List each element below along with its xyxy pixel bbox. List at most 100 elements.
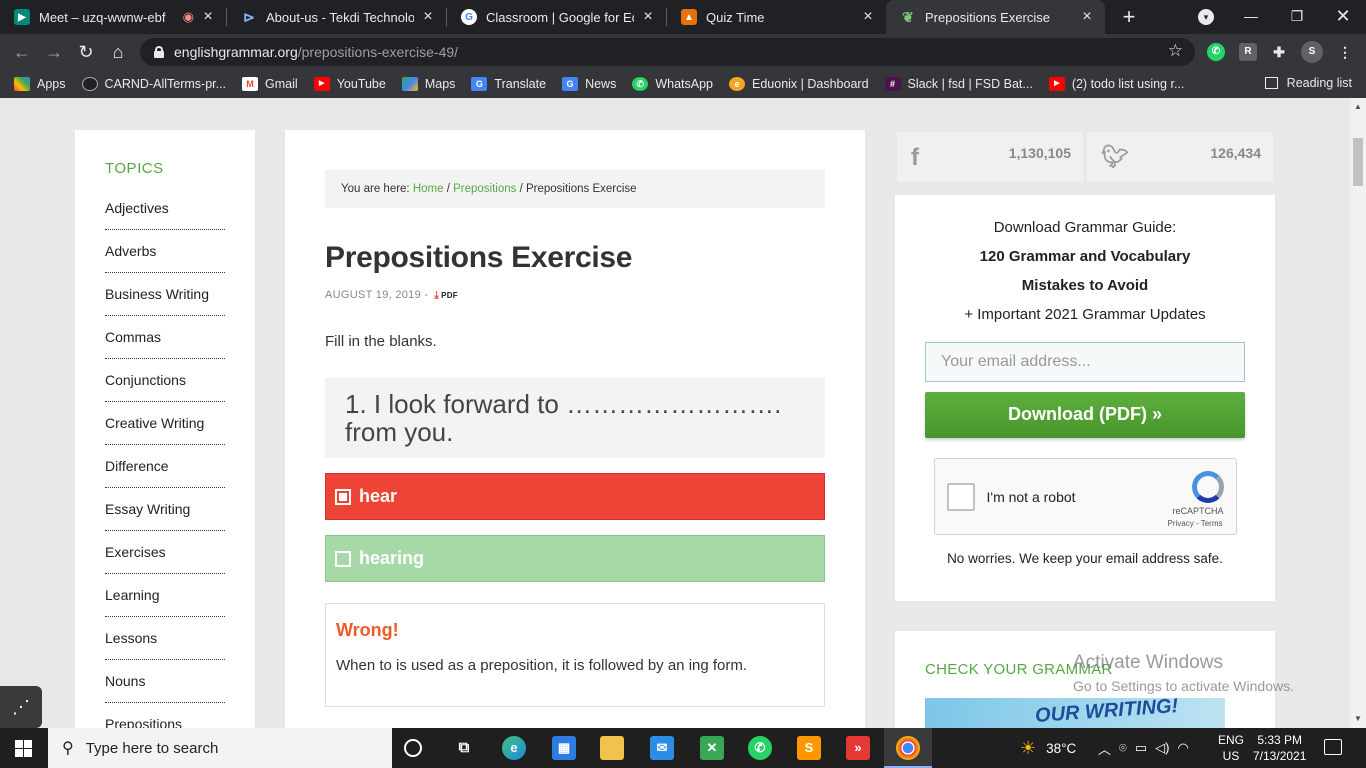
topic-link[interactable]: Business Writing (105, 273, 225, 316)
app-icon[interactable]: ✕ (700, 736, 724, 760)
scroll-down-icon[interactable]: ▼ (1354, 714, 1362, 723)
page-scrollbar[interactable]: ▲ ▼ (1350, 98, 1366, 728)
answer-option-hearing[interactable]: hearing (325, 535, 825, 582)
close-tab-icon[interactable]: × (640, 8, 656, 26)
weather-widget[interactable]: ☀ 38°C (1020, 728, 1076, 768)
recording-icon: ◉ (182, 9, 194, 24)
slack-icon: # (884, 77, 901, 91)
breadcrumb-category-link[interactable]: Prepositions (453, 183, 516, 195)
tab-tekdi[interactable]: ⊳ About-us - Tekdi Technologie × (227, 0, 446, 34)
download-pdf-button[interactable]: Download (PDF) » (925, 392, 1245, 438)
clock[interactable]: 5:33 PM 7/13/2021 (1253, 728, 1306, 768)
topic-link[interactable]: Creative Writing (105, 402, 225, 445)
network-icon[interactable]: ⌾ (1119, 740, 1127, 756)
twitter-share[interactable]: 🐦︎ 126,434 (1087, 132, 1273, 182)
tray-chevron-icon[interactable]: ︿ (1098, 739, 1111, 758)
address-bar[interactable]: englishgrammar.org/prepositions-exercise… (140, 38, 1195, 66)
windows-start-icon[interactable] (15, 740, 32, 757)
cortana-icon[interactable] (404, 739, 422, 757)
bookmark-news[interactable]: G News (562, 77, 616, 91)
menu-icon[interactable]: ⋮ (1336, 43, 1354, 61)
task-view-icon[interactable]: ⧉ (452, 736, 476, 760)
share-icon[interactable]: ⋰ (0, 686, 42, 728)
back-icon[interactable]: ← (10, 40, 34, 64)
topic-link[interactable]: Lessons (105, 617, 225, 660)
edge-icon[interactable]: e (502, 736, 526, 760)
answer-option-hear[interactable]: hear (325, 473, 825, 520)
close-tab-icon[interactable]: × (860, 8, 876, 26)
volume-icon[interactable]: ◁) (1155, 740, 1169, 756)
bookmark-gmail[interactable]: M Gmail (242, 77, 298, 91)
checkbox-icon[interactable] (335, 488, 351, 505)
reading-list-label: Reading list (1286, 76, 1352, 90)
new-tab-button[interactable]: + (1117, 4, 1141, 30)
language-indicator[interactable]: ENG US (1218, 728, 1244, 768)
store-icon[interactable]: ▦ (552, 736, 576, 760)
close-tab-icon[interactable]: × (1079, 8, 1095, 26)
tab-quiz-time[interactable]: ▲ Quiz Time × (667, 0, 886, 34)
topic-link[interactable]: Commas (105, 316, 225, 359)
topic-link[interactable]: Nouns (105, 660, 225, 703)
battery-icon[interactable]: ▭ (1135, 740, 1147, 756)
email-input[interactable]: Your email address... (925, 342, 1245, 382)
answer-feedback: Wrong! When to is used as a preposition,… (325, 603, 825, 707)
topic-link[interactable]: Prepositions (105, 703, 225, 728)
bookmark-translate[interactable]: G Translate (471, 77, 546, 91)
topic-link[interactable]: Adjectives (105, 187, 225, 230)
notification-icon[interactable] (1324, 739, 1342, 755)
bookmark-carnd[interactable]: CARND-AllTerms-pr... (81, 77, 226, 91)
topic-link[interactable]: Exercises (105, 531, 225, 574)
lock-icon[interactable] (154, 46, 164, 58)
extension-icon[interactable]: R (1239, 43, 1257, 61)
reload-icon[interactable]: ↻ (74, 40, 98, 64)
recaptcha: I'm not a robot reCAPTCHA Privacy - Term… (933, 458, 1237, 535)
breadcrumb-home-link[interactable]: Home (413, 183, 444, 195)
close-window-button[interactable]: ✕ (1320, 0, 1366, 34)
close-tab-icon[interactable]: × (200, 8, 216, 26)
topic-link[interactable]: Adverbs (105, 230, 225, 273)
whatsapp-app-icon[interactable]: ✆ (748, 736, 772, 760)
restore-button[interactable]: ❐ (1274, 0, 1320, 34)
app-icon[interactable]: » (846, 736, 870, 760)
pdf-link[interactable]: ⤓ PDF (434, 290, 458, 301)
mail-icon[interactable]: ✉ (650, 736, 674, 760)
forward-icon[interactable]: → (42, 40, 66, 64)
tab-search-icon[interactable]: ▾ (1198, 9, 1214, 25)
tab-classroom[interactable]: G Classroom | Google for Educa × (447, 0, 666, 34)
recaptcha-checkbox[interactable] (946, 483, 975, 511)
grammar-banner-image[interactable]: OUR WRITING! (925, 698, 1225, 728)
recaptcha-terms-link[interactable]: Privacy - Terms (1168, 519, 1223, 528)
chrome-taskbar-button[interactable] (884, 728, 932, 768)
topic-link[interactable]: Difference (105, 445, 225, 488)
wifi-icon[interactable]: ◠ (1177, 740, 1188, 756)
topic-link[interactable]: Essay Writing (105, 488, 225, 531)
home-icon[interactable]: ⌂ (106, 40, 130, 64)
bookmark-whatsapp[interactable]: ✆ WhatsApp (632, 77, 713, 91)
facebook-share[interactable]: f 1,130,105 (897, 132, 1083, 182)
bookmark-slack[interactable]: # Slack | fsd | FSD Bat... (884, 77, 1033, 91)
system-tray-icons[interactable]: ︿ ⌾ ▭ ◁) ◠ (1098, 728, 1189, 768)
checkbox-icon[interactable] (335, 550, 351, 567)
bookmark-apps[interactable]: Apps (14, 77, 66, 91)
whatsapp-extension-icon[interactable]: ✆ (1207, 43, 1225, 61)
bookmark-youtube[interactable]: ▶ YouTube (313, 77, 386, 91)
profile-avatar[interactable]: S (1301, 41, 1323, 63)
tab-prepositions[interactable]: ❦ Prepositions Exercise × (886, 0, 1105, 34)
topic-link[interactable]: Conjunctions (105, 359, 225, 402)
file-explorer-icon[interactable] (600, 736, 624, 760)
sublime-icon[interactable]: S (797, 736, 821, 760)
scrollbar-thumb[interactable] (1353, 138, 1363, 186)
bookmark-maps[interactable]: Maps (401, 77, 455, 91)
reading-list-button[interactable]: Reading list (1264, 76, 1352, 90)
tab-meet[interactable]: ▶ Meet – uzq-wwnw-ebf ◉ × (0, 0, 226, 34)
scroll-up-icon[interactable]: ▲ (1354, 102, 1362, 111)
bookmark-eduonix[interactable]: e Eduonix | Dashboard (729, 77, 869, 91)
language-code: ENG (1218, 733, 1245, 747)
minimize-button[interactable]: — (1228, 0, 1274, 34)
bookmark-star-icon[interactable]: ☆ (1168, 41, 1183, 61)
puzzle-icon[interactable]: ✚ (1270, 43, 1288, 61)
taskbar-search-input[interactable]: ⚲ Type here to search (48, 728, 392, 768)
topic-link[interactable]: Learning (105, 574, 225, 617)
bookmark-todo[interactable]: ▶ (2) todo list using r... (1048, 77, 1184, 91)
close-tab-icon[interactable]: × (420, 8, 436, 26)
